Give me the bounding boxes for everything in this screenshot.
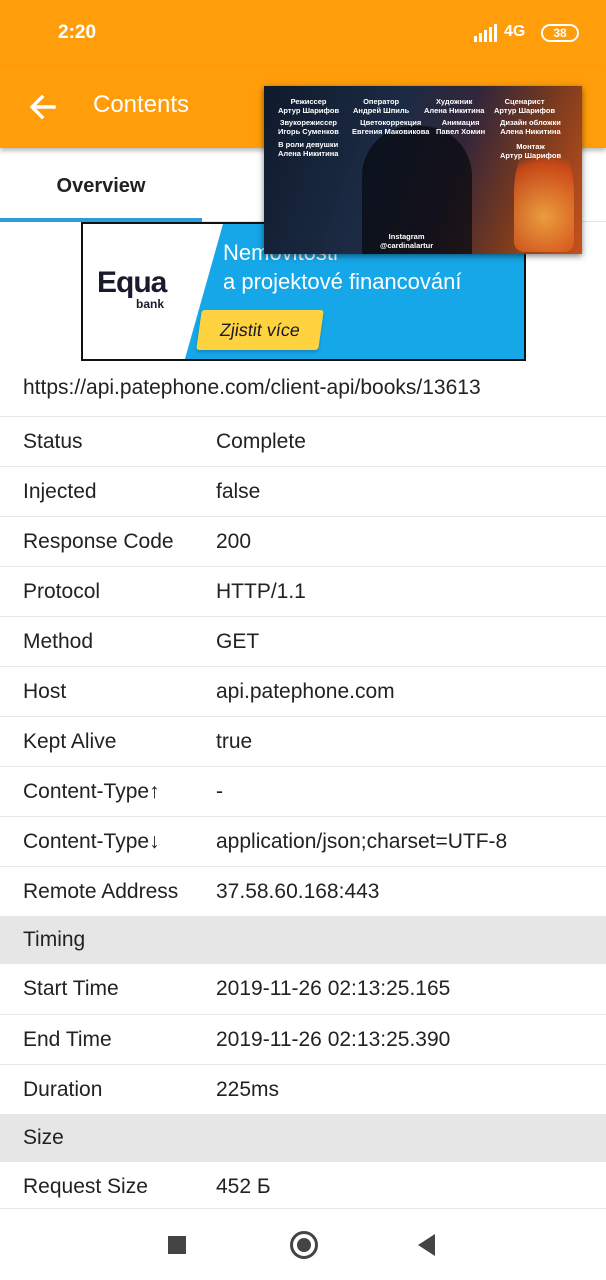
circle-icon[interactable] — [290, 1231, 318, 1259]
status-time: 2:20 — [58, 22, 97, 43]
row-duration: Duration 225ms — [0, 1064, 606, 1114]
ad-logo-sub: bank — [136, 297, 165, 311]
row-label: End Time — [23, 1028, 112, 1051]
row-value: - — [216, 780, 223, 803]
arrow-left-icon[interactable] — [26, 90, 60, 124]
row-value: Complete — [216, 430, 306, 453]
row-label: Content-Type↓ — [23, 830, 160, 853]
row-label: Status — [23, 430, 83, 453]
row-response-code: Response Code 200 — [0, 516, 606, 566]
ad-headline-line-2: a projektové financování — [223, 269, 462, 294]
overview-list: Status Complete Injected false Response … — [0, 416, 606, 1212]
row-protocol: Protocol HTTP/1.1 — [0, 566, 606, 616]
row-start-time: Start Time 2019-11-26 02:13:25.165 — [0, 964, 606, 1014]
screen: 2:20 4G 38 Contents Overview Режиссер Арт… — [0, 0, 606, 1280]
ad-logo: Equa — [97, 266, 167, 299]
row-label: Protocol — [23, 580, 101, 603]
section-label: Timing — [23, 928, 86, 951]
row-label: Injected — [23, 480, 97, 503]
ad-cta-button[interactable]: Zjistit více — [196, 310, 324, 350]
credit-color: Цветокоррекция Евгения Маковикова — [352, 118, 430, 136]
row-label: Content-Type↑ — [23, 780, 160, 803]
row-value: HTTP/1.1 — [216, 580, 306, 603]
signal-icon — [474, 24, 497, 42]
row-kept-alive: Kept Alive true — [0, 716, 606, 766]
network-type: 4G — [504, 23, 526, 40]
row-value: GET — [216, 630, 260, 653]
row-label: Duration — [23, 1078, 103, 1101]
row-value: true — [216, 730, 253, 753]
credit-girl-role: В роли девушки Алена Никитина — [278, 140, 339, 158]
row-content-type-request: Content-Type↑ - — [0, 766, 606, 816]
credit-artist: Художник Алена Никитина — [424, 97, 485, 115]
battery-icon: 38 — [541, 24, 579, 42]
row-status: Status Complete — [0, 416, 606, 466]
row-value: api.patephone.com — [216, 680, 395, 703]
row-method: Method GET — [0, 616, 606, 666]
row-label: Request Size — [23, 1175, 148, 1198]
credit-sound: Звукорежиссер Игорь Суменков — [278, 118, 339, 136]
credit-director: Режиссер Артур Шарифов — [278, 97, 340, 115]
section-size: Size — [0, 1114, 606, 1162]
row-end-time: End Time 2019-11-26 02:13:25.390 — [0, 1014, 606, 1064]
row-value: false — [216, 480, 261, 503]
credit-cover-design: Дизайн обложки Алена Никитина — [500, 118, 561, 136]
row-value: 37.58.60.168:443 — [216, 880, 380, 903]
row-label: Method — [23, 630, 94, 653]
row-label: Response Code — [23, 530, 174, 553]
triangle-back-icon[interactable] — [418, 1234, 435, 1256]
row-value: 2019-11-26 02:13:25.390 — [216, 1028, 451, 1051]
row-content-type-response: Content-Type↓ application/json;charset=U… — [0, 816, 606, 866]
section-timing: Timing — [0, 916, 606, 964]
credit-animation: Анимация Павел Хомин — [436, 118, 486, 136]
video-overlay[interactable]: Режиссер Артур Шарифов Оператор Андрей Шпи… — [264, 86, 582, 254]
instagram-credit: Instagram @cardinalartur — [380, 232, 434, 250]
tab-overview[interactable]: Overview — [0, 148, 202, 222]
system-nav-bar — [0, 1208, 606, 1280]
row-label: Kept Alive — [23, 730, 117, 753]
row-label: Remote Address — [23, 880, 179, 903]
credit-operator: Оператор Андрей Шпиль — [353, 97, 410, 115]
row-host: Host api.patephone.com — [0, 666, 606, 716]
row-label: Start Time — [23, 977, 119, 1000]
row-remote-address: Remote Address 37.58.60.168:443 — [0, 866, 606, 916]
row-label: Host — [23, 680, 67, 703]
row-injected: Injected false — [0, 466, 606, 516]
row-value: 452 Б — [216, 1175, 271, 1198]
credit-editing: Монтаж Артур Шарифов — [500, 142, 562, 160]
credit-screenwriter: Сценарист Артур Шарифов — [494, 97, 556, 115]
section-label: Size — [23, 1126, 64, 1149]
row-value: 2019-11-26 02:13:25.165 — [216, 977, 451, 1000]
status-bar: 2:20 4G 38 — [0, 0, 606, 66]
request-url: https://api.patephone.com/client-api/boo… — [23, 376, 481, 399]
row-value: 200 — [216, 530, 252, 553]
page-title: Contents — [93, 91, 190, 118]
square-icon[interactable] — [168, 1236, 186, 1254]
row-request-size: Request Size 452 Б — [0, 1162, 606, 1212]
row-value: 225ms — [216, 1078, 280, 1101]
row-value: application/json;charset=UTF-8 — [216, 830, 508, 853]
